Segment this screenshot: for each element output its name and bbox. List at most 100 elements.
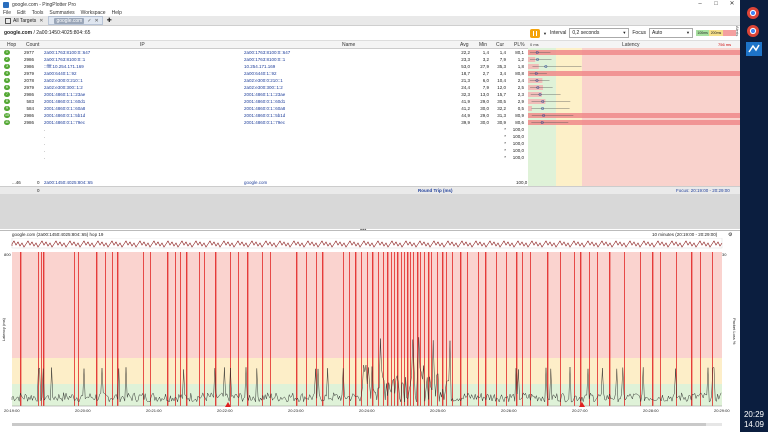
tab-google[interactable]: google.com ✓ ✕ [48,16,103,25]
col-min[interactable]: Min [479,42,487,48]
table-ip: 2001:4860:0:1::5b1d [44,113,86,118]
table-row[interactable]: 1 2977 2a00:1763:8100:0::647 2a00:1763:8100… [0,49,740,56]
table-name: 2001:4860:0:1::60a8 [244,106,286,111]
add-tab-icon[interactable]: ✚ [107,17,112,24]
chrome-icon[interactable] [746,6,762,20]
menu-help[interactable]: Help [112,10,122,16]
chevron-down-icon[interactable]: ▼ [543,31,547,36]
table-pl: 2,3 [517,92,524,97]
menu-file[interactable]: File [3,10,11,16]
table-row[interactable]: . * 100,0 [0,126,740,133]
menu-bar: File Edit Tools Summaries Workspace Help [0,9,740,16]
table-row[interactable]: 8 583 2001:4860:0:1::60d1 2001:4860:0:1::60… [0,98,740,105]
table-cur: * [504,141,506,146]
menu-edit[interactable]: Edit [17,10,26,16]
tab-all-targets[interactable]: All Targets ✕ [2,17,46,24]
table-count: 2986 [23,92,34,97]
pingplotter-icon[interactable] [746,42,762,56]
maximize-icon[interactable]: □ [708,0,724,9]
col-cur[interactable]: Cur [496,42,504,48]
pause-button[interactable] [530,28,540,38]
packet-loss-marker [387,252,389,406]
table-name: 10.254.171.169 [244,64,276,69]
table-row[interactable]: . * 100,0 [0,140,740,147]
table-min: 6,0 [482,78,489,83]
col-ip[interactable]: IP [140,42,145,48]
packet-loss-marker [485,252,487,406]
hop-placeholder: . [44,127,46,132]
table-pl: 80,8 [515,71,524,76]
table-row[interactable]: 7 2986 2001:4860:1:1::23ae 2001:4860:1:1::2… [0,91,740,98]
table-pl: 2,5 [517,85,524,90]
app-icon [3,1,9,8]
table-name: 2001:4860:0:1::79ec [244,120,286,125]
table-count: 2986 [23,57,34,62]
col-hop[interactable]: Hop [7,42,16,48]
table-count: 2986 [23,113,34,118]
legend-mid: 200ms [709,30,723,36]
packet-loss-marker [167,252,169,406]
breadcrumb-host[interactable]: google.com [4,30,32,36]
table-count: 2986 [23,120,34,125]
table-name: 2001:4860:1:1::23ae [244,92,286,97]
packet-loss-marker [204,252,205,406]
hop-status-icon: 1 [4,50,10,55]
col-name[interactable]: Name [342,42,355,48]
table-name: 2a00:6440:1::92 [244,71,277,76]
packet-loss-marker [691,252,693,406]
menu-workspace[interactable]: Workspace [81,10,106,16]
chrome-icon[interactable] [746,24,762,38]
table-min: 27,9 [480,64,489,69]
packet-loss-marker [597,252,598,406]
table-count: 2977 [23,50,34,55]
col-avg[interactable]: Avg [460,42,469,48]
title-bar: google.com - PingPlotter Pro – □ ✕ [0,0,740,9]
packet-loss-marker [522,252,523,406]
check-icon[interactable]: ✓ [87,18,91,24]
packet-loss-marker [624,252,625,406]
table-count: 2979 [23,71,34,76]
clock-time[interactable]: 20:29 [740,410,768,419]
table-ip: 2001:4860:1:1::23ae [44,92,86,97]
table-row[interactable]: 5 2078 2a02:e300:0:210::1 2a02:e300:0:210::… [0,77,740,84]
focus-select[interactable]: Auto ▼ [649,28,693,38]
close-icon[interactable]: ✕ [724,0,740,9]
packet-loss-marker [574,252,575,406]
table-row[interactable]: . * 100,0 [0,147,740,154]
menu-summaries[interactable]: Summaries [49,10,74,16]
col-count[interactable]: Count [26,42,39,48]
col-pl[interactable]: PL% [514,42,525,48]
table-row[interactable]: . * 100,0 [0,133,740,140]
packet-loss-marker [420,252,421,406]
focus-value: Auto [652,30,663,36]
table-row[interactable]: 3 2986::ffff:10.254.171.169 10.254.171.169… [0,63,740,70]
table-row[interactable]: 11 2986 2001:4860:0:1::79ec 2001:4860:0:1::… [0,119,740,126]
table-pl: 100,0 [512,127,524,132]
table-ip: 2a02:e300:300::1:2 [44,85,83,90]
table-pl: 80,6 [515,120,524,125]
packet-loss-marker [270,252,271,406]
interval-select[interactable]: 0,2 seconds ▼ [569,28,630,38]
time-tick-label: 20:24:00 [359,408,375,413]
table-row[interactable]: 4 2979 2a00:6440:1::92 2a00:6440:1::92 18,7 2… [0,70,740,77]
table-row[interactable]: . * 100,0 [0,154,740,161]
timeline-target: google.com (2a00:1450:4025:804::65) hop … [12,232,104,237]
minimize-icon[interactable]: – [692,0,708,9]
table-row[interactable]: 9 584 2001:4860:0:1::60a8 2001:4860:0:1::60… [0,105,740,112]
table-row[interactable]: 6 2979 2a02:e300:300::1:2 2a02:e300:300::1:… [0,84,740,91]
menu-tools[interactable]: Tools [32,10,44,16]
clock-date[interactable]: 14.09 [740,420,768,429]
table-row[interactable]: 10 2986 2001:4860:0:1::5b1d 2001:4860:0:1::… [0,112,740,119]
close-icon[interactable]: ✕ [39,18,43,24]
table-pl: 1,2 [517,57,524,62]
packet-loss-marker [660,252,661,406]
close-icon[interactable]: ✕ [95,18,99,24]
table-row-destination[interactable]: ...46 0 2a00:1450:4025:804::65 google.com 10… [0,179,740,186]
packet-loss-marker [530,252,531,406]
toolbar-right: ▼ Interval 0,2 seconds ▼ Focus Auto ▼ 10… [530,28,736,38]
footer-count: 0 [37,188,40,193]
table-row[interactable]: 2 2986 2a00:1763:8100:0::1 2a00:1763:8100:0… [0,56,740,63]
latency-scale-max: 756 ms [718,42,732,47]
packet-loss-marker [547,252,549,406]
chevron-down-icon: ▼ [686,30,690,35]
